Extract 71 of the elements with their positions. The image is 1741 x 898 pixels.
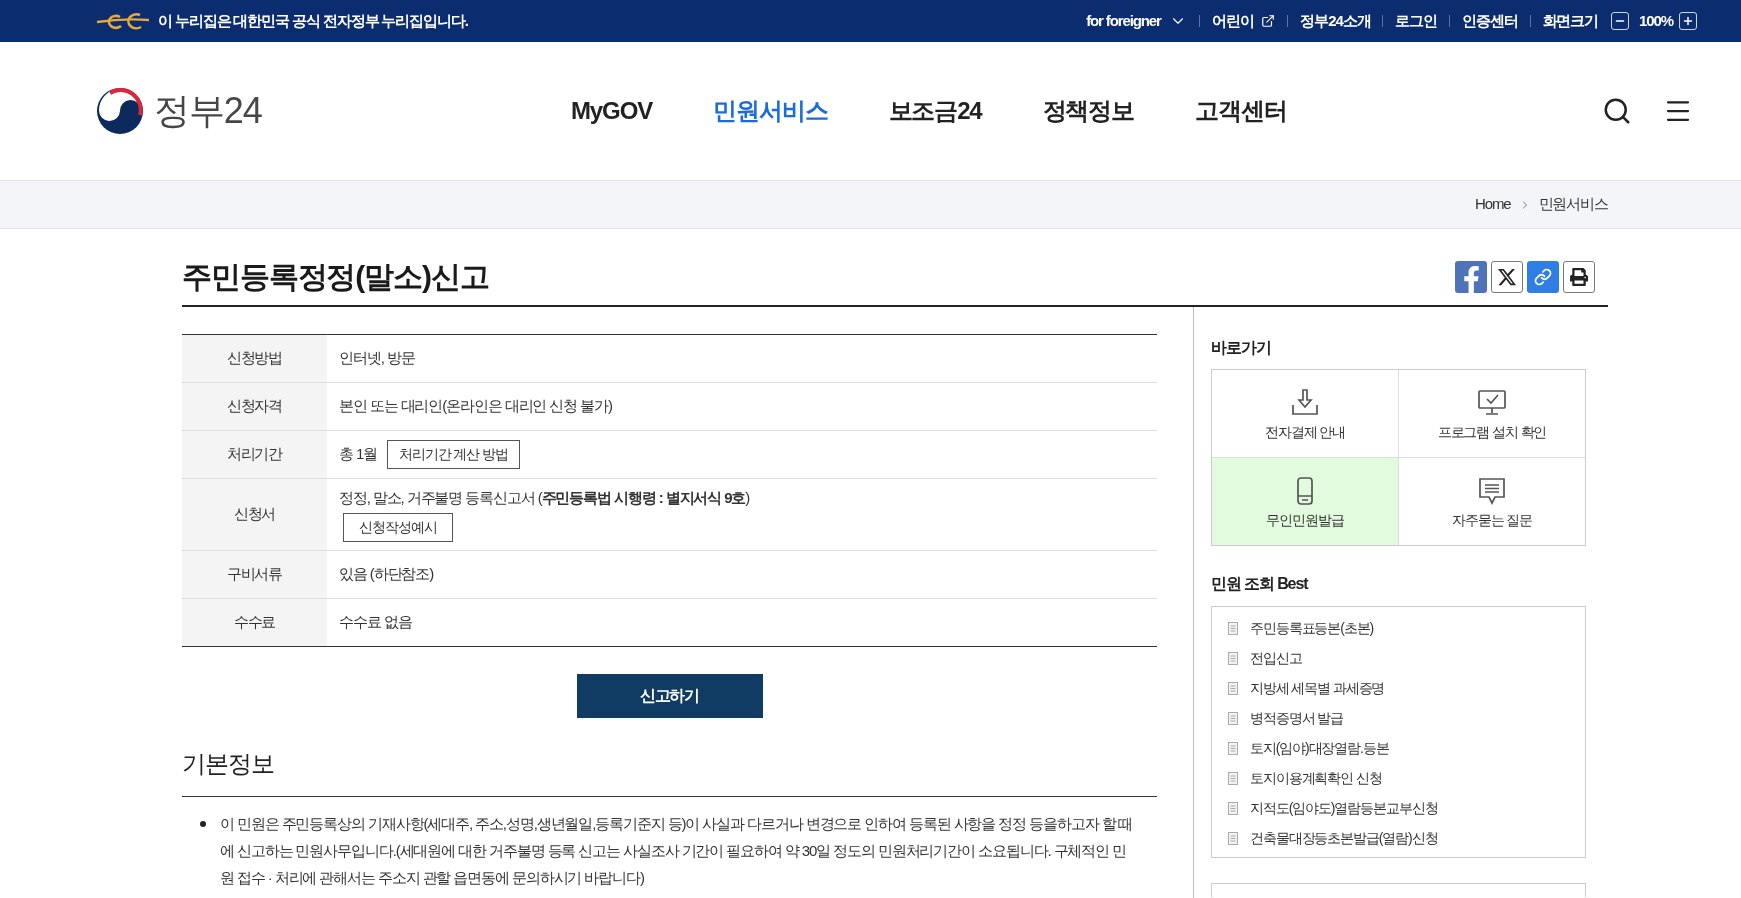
zoom-value: 100%	[1639, 10, 1673, 31]
document-icon	[1228, 621, 1238, 635]
row-header: 구비서류	[182, 550, 327, 599]
download-icon	[1290, 388, 1320, 418]
list-link[interactable]: 토지이용계획확인 신청	[1228, 763, 1569, 793]
swoosh-logo-icon	[96, 11, 150, 31]
nav-link[interactable]: MyGOV	[571, 95, 653, 127]
section-heading: 바로가기	[1211, 338, 1272, 358]
list-link[interactable]: 지방세 세목별 과세증명	[1228, 673, 1569, 703]
list-link[interactable]: 병적증명서 발급	[1228, 703, 1569, 733]
nav-link[interactable]: 정책정보	[1042, 95, 1135, 127]
row-header: 처리기간	[182, 430, 327, 479]
table-cell: 수수료 없음	[339, 613, 412, 631]
sample-form-button[interactable]: 신청작성예시	[343, 512, 453, 542]
print-icon[interactable]	[1563, 261, 1595, 293]
zoom-label: 화면크기	[1542, 10, 1599, 31]
section-heading: 기본정보	[182, 748, 1157, 797]
search-icon[interactable]	[1602, 96, 1632, 126]
list-link[interactable]: 지적도(임야도)열람등본교부신청	[1228, 793, 1569, 823]
x-logo-icon[interactable]	[1491, 261, 1523, 293]
nav-link[interactable]: 고객센터	[1195, 95, 1287, 127]
document-icon	[1228, 831, 1238, 845]
document-icon	[1228, 711, 1238, 725]
quick-link[interactable]: 무인민원발급	[1212, 458, 1398, 545]
calculation-button[interactable]: 처리기간 계산 방법	[387, 440, 520, 469]
utility-link[interactable]: 정부24소개	[1300, 9, 1371, 33]
nav-link[interactable]: 보조금24	[888, 95, 982, 127]
link-icon[interactable]	[1527, 261, 1559, 293]
list-link[interactable]: 주민등록표등본(초본)	[1228, 613, 1569, 643]
row-header: 신청자격	[182, 382, 327, 431]
document-icon	[1228, 651, 1238, 665]
quick-link[interactable]: 전자결제 안내	[1212, 370, 1398, 457]
table-cell: 본인 또는 대리인(온라인은 대리인 신청 불가)	[339, 397, 612, 415]
row-header: 수수료	[182, 598, 327, 647]
utility-link[interactable]: 어린이	[1211, 9, 1276, 33]
speech-bubble-icon	[1477, 476, 1507, 506]
list-link[interactable]: 건축물대장등초본발급(열람)신청	[1228, 823, 1569, 853]
document-icon	[1228, 771, 1238, 785]
utility-link[interactable]: 인증센터	[1462, 9, 1518, 33]
report-button[interactable]: 신고하기	[576, 674, 763, 718]
table-cell-text: 정정, 말소, 거주불명 등록신고서 (주민등록법 시행령 : 별지서식 9호)	[339, 488, 750, 509]
monitor-check-icon	[1477, 388, 1507, 418]
quick-link[interactable]: 자주묻는 질문	[1399, 458, 1585, 545]
plus-icon	[1682, 15, 1694, 27]
logo-link[interactable]: 정부24	[97, 88, 262, 134]
page-title: 주민등록정정(말소)신고	[182, 259, 489, 295]
table-cell-text: 총 1월	[339, 444, 378, 465]
emblem-icon	[97, 88, 143, 134]
external-link-icon	[1261, 14, 1276, 28]
quick-link[interactable]: 프로그램 설치 확인	[1399, 370, 1585, 457]
bullet-icon	[200, 821, 206, 827]
document-icon	[1228, 801, 1238, 815]
table-cell: 있음 (하단참조)	[339, 565, 434, 583]
nav-link[interactable]: 민원서비스	[713, 95, 828, 127]
breadcrumb-link[interactable]: 민원서비스	[1538, 193, 1608, 216]
zoom-in-button[interactable]	[1679, 12, 1697, 30]
facebook-icon[interactable]	[1455, 261, 1487, 293]
document-icon	[1228, 681, 1238, 695]
utility-link[interactable]: 로그인	[1395, 9, 1438, 33]
list-link[interactable]: 전입신고	[1228, 643, 1569, 673]
document-icon	[1228, 741, 1238, 755]
description-text: 이 민원은 주민등록상의 기재사항(세대주, 주소,성명,생년월일,등록기준지 등)이 사실과 다르거나 변경으로 인하여 등록된 사항을 정정 등을하고자 할 때에 신고하는 민원사무입니다.(세대원에 대한 거주불명 등록 신고는 사실조사 기간이 필요하여 약 30일 정도의 민원처리기간이 소요됩니다. 구체적인 민원 접수 · 처리에 관해서는 주소지 관할 읍면동에 문의하시기 바랍니다)	[220, 814, 1134, 888]
breadcrumb-link[interactable]: Home	[1475, 193, 1511, 216]
section-heading: 민원 조회 Best	[1211, 574, 1309, 594]
row-header: 신청방법	[182, 334, 327, 383]
zoom-out-button[interactable]	[1611, 12, 1630, 30]
notice-text: 이 누리집은 대한민국 공식 전자정부 누리집입니다.	[158, 10, 468, 31]
list-link[interactable]: 토지(임야)대장열람.등본	[1228, 733, 1569, 763]
row-header: 신청서	[182, 478, 327, 551]
utility-link[interactable]: for foreigner	[1086, 9, 1187, 33]
table-cell: 인터넷, 방문	[339, 349, 415, 367]
